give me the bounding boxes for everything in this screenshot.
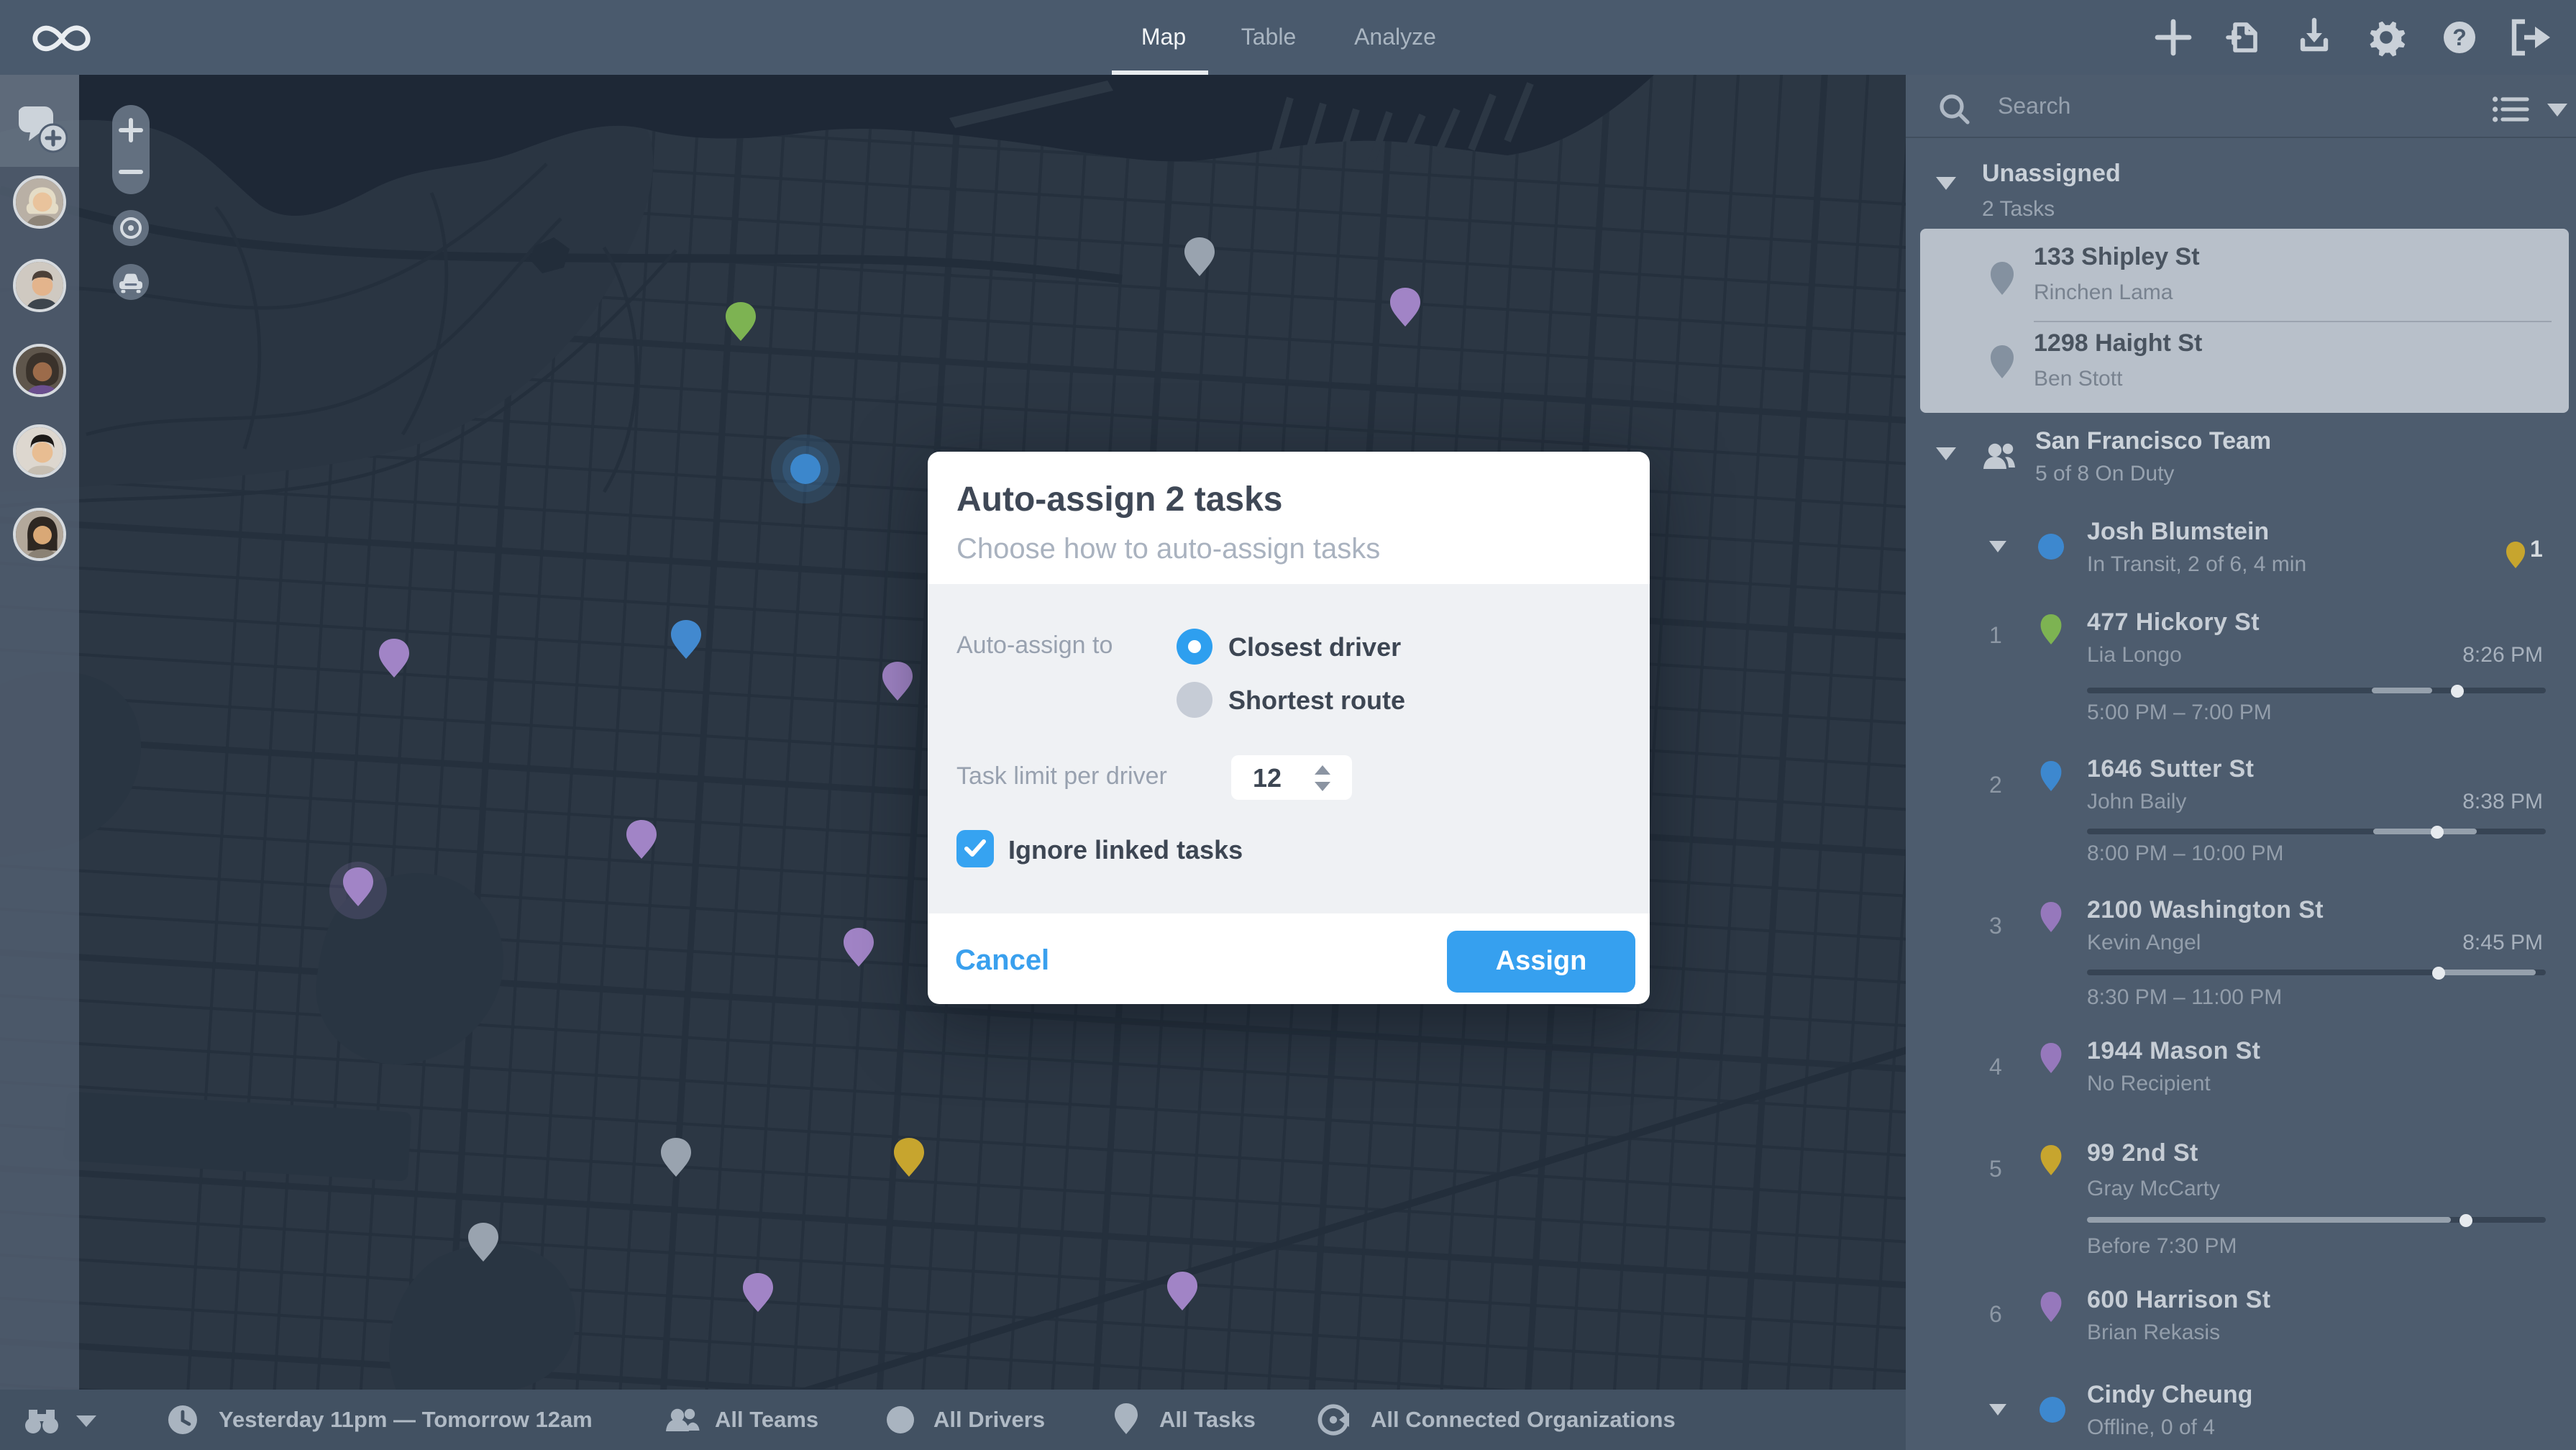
svg-text:?: ? <box>2452 24 2467 50</box>
